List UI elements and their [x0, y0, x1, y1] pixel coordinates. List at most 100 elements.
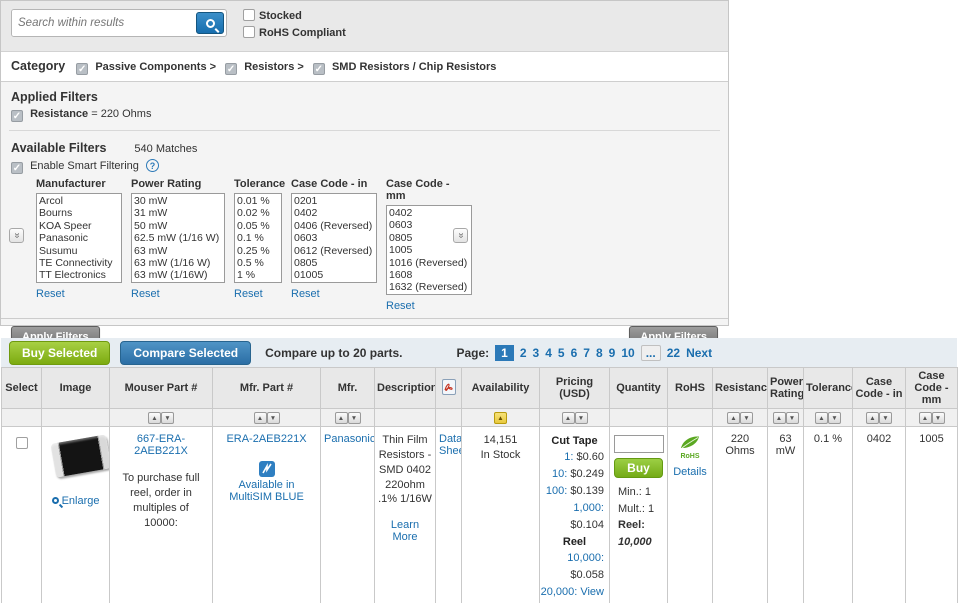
collapse-filters-right-icon[interactable]: »	[453, 228, 468, 243]
page-link[interactable]: 7	[583, 346, 590, 360]
reset-link[interactable]: Reset	[131, 288, 160, 300]
reset-link[interactable]: Reset	[291, 288, 320, 300]
price-qty-link[interactable]: 100:	[546, 485, 567, 497]
sort-desc-icon[interactable]: ▼	[267, 412, 280, 424]
sort-desc-icon[interactable]: ▼	[828, 412, 841, 424]
filter-option[interactable]: 1608	[389, 269, 469, 281]
filter-option[interactable]: 63 mW	[134, 245, 222, 257]
smart-filtering-checkbox[interactable]: ✓	[11, 162, 23, 174]
filter-option[interactable]: TT Electronics	[39, 269, 119, 281]
mfr-part-link[interactable]: ERA-2AEB221X	[226, 433, 306, 445]
page-link[interactable]: 9	[609, 346, 616, 360]
sort-desc-icon[interactable]: ▼	[161, 412, 174, 424]
filter-option[interactable]: 63 mW (1/16W)	[134, 269, 222, 281]
filter-list-manufacturer[interactable]: Arcol Bourns KOA Speer Panasonic Susumu …	[36, 193, 122, 283]
page-link[interactable]: 3	[533, 346, 540, 360]
price-qty-link[interactable]: 20,000:	[541, 586, 578, 598]
filter-option[interactable]: 0805	[294, 257, 374, 269]
filter-option[interactable]: 0.25 %	[237, 245, 279, 257]
sort-asc-icon[interactable]: ▲	[919, 412, 932, 424]
datasheet-link[interactable]: Data Sheet	[439, 433, 462, 457]
multisim-link[interactable]: Available in MultiSIM BLUE	[229, 479, 304, 503]
page-ellipsis[interactable]: ...	[641, 345, 661, 361]
rohs-details-link[interactable]: Details	[673, 466, 707, 478]
filter-option[interactable]: 0.05 %	[237, 220, 279, 232]
sort-desc-icon[interactable]: ▼	[740, 412, 753, 424]
category-checkbox-resistors[interactable]: ✓	[225, 63, 237, 75]
sort-desc-icon[interactable]: ▼	[932, 412, 945, 424]
sort-desc-icon[interactable]: ▼	[348, 412, 361, 424]
filter-option[interactable]: 62.5 mW (1/16 W)	[134, 232, 222, 244]
page-next-link[interactable]: Next	[686, 346, 712, 360]
price-view-link[interactable]: View	[580, 586, 604, 598]
sort-asc-icon[interactable]: ▲	[562, 412, 575, 424]
filter-option[interactable]: 31 mW	[134, 207, 222, 219]
filter-option[interactable]: 0.01 %	[237, 195, 279, 207]
buy-selected-button[interactable]: Buy Selected	[9, 341, 110, 365]
sort-desc-icon[interactable]: ▼	[575, 412, 588, 424]
price-qty-link[interactable]: 1,000:	[573, 502, 604, 514]
sort-desc-icon[interactable]: ▼	[879, 412, 892, 424]
price-qty-link[interactable]: 10,000:	[567, 552, 604, 564]
page-link[interactable]: 4	[545, 346, 552, 360]
enlarge-link[interactable]: Enlarge	[52, 495, 100, 507]
sort-asc-icon[interactable]: ▲	[866, 412, 879, 424]
category-item-resistors[interactable]: Resistors >	[244, 61, 304, 73]
filter-option[interactable]: 0612 (Reversed)	[294, 245, 374, 257]
learn-more-link[interactable]: Learn More	[378, 519, 432, 543]
filter-option[interactable]: 1 %	[237, 269, 279, 281]
filter-option[interactable]: 0.5 %	[237, 257, 279, 269]
buy-button[interactable]: Buy	[614, 458, 663, 478]
reset-link[interactable]: Reset	[234, 288, 263, 300]
sort-desc-icon[interactable]: ▼	[786, 412, 799, 424]
quantity-input[interactable]	[614, 435, 664, 453]
filter-option[interactable]: 50 mW	[134, 220, 222, 232]
help-icon[interactable]: ?	[146, 159, 159, 172]
category-item-smd[interactable]: SMD Resistors / Chip Resistors	[332, 61, 496, 73]
filter-option[interactable]: 0.1 %	[237, 232, 279, 244]
filter-option[interactable]: 1005	[389, 244, 469, 256]
sort-asc-icon[interactable]: ▲	[254, 412, 267, 424]
page-link[interactable]: 5	[558, 346, 565, 360]
category-item-passive[interactable]: Passive Components >	[95, 61, 216, 73]
filter-option[interactable]: 0402	[389, 207, 469, 219]
rohs-compliant-checkbox[interactable]	[243, 26, 255, 38]
filter-option[interactable]: 1632 (Reversed)	[389, 281, 469, 293]
collapse-filters-left-icon[interactable]: »	[9, 228, 24, 243]
filter-option[interactable]: Susumu	[39, 245, 119, 257]
filter-option[interactable]: Arcol	[39, 195, 119, 207]
filter-option[interactable]: 30 mW	[134, 195, 222, 207]
filter-option[interactable]: 63 mW (1/16 W)	[134, 257, 222, 269]
page-link[interactable]: 8	[596, 346, 603, 360]
filter-option[interactable]: KOA Speer	[39, 220, 119, 232]
compare-selected-button[interactable]: Compare Selected	[120, 341, 251, 365]
filter-option[interactable]: Panasonic	[39, 232, 119, 244]
page-link[interactable]: 10	[621, 346, 634, 360]
filter-option[interactable]: 0402	[294, 207, 374, 219]
filter-option[interactable]: 0603	[294, 232, 374, 244]
sort-asc-icon[interactable]: ▲	[335, 412, 348, 424]
filter-list-case-code-in[interactable]: 0201 0402 0406 (Reversed) 0603 0612 (Rev…	[291, 193, 377, 283]
sort-asc-active-icon[interactable]: ▲	[494, 412, 507, 424]
filter-option[interactable]: TE Connectivity	[39, 257, 119, 269]
page-link-last[interactable]: 22	[667, 346, 680, 360]
reset-link[interactable]: Reset	[386, 300, 415, 312]
category-checkbox-passive[interactable]: ✓	[76, 63, 88, 75]
filter-option[interactable]: 01005	[294, 269, 374, 281]
row-select-checkbox[interactable]	[16, 437, 28, 449]
filter-option[interactable]: 0201	[294, 195, 374, 207]
page-link[interactable]: 2	[520, 346, 527, 360]
filter-option[interactable]: 1016 (Reversed)	[389, 257, 469, 269]
price-qty-link[interactable]: 1:	[564, 451, 573, 463]
sort-asc-icon[interactable]: ▲	[148, 412, 161, 424]
sort-asc-icon[interactable]: ▲	[773, 412, 786, 424]
filter-option[interactable]: 0406 (Reversed)	[294, 220, 374, 232]
price-qty-link[interactable]: 10:	[552, 468, 567, 480]
sort-asc-icon[interactable]: ▲	[815, 412, 828, 424]
part-image[interactable]	[50, 434, 109, 477]
applied-filter-checkbox[interactable]: ✓	[11, 110, 23, 122]
filter-list-tolerance[interactable]: 0.01 % 0.02 % 0.05 % 0.1 % 0.25 % 0.5 % …	[234, 193, 282, 283]
mfr-link[interactable]: Panasonic	[324, 433, 375, 445]
stocked-checkbox[interactable]	[243, 9, 255, 21]
mouser-part-link[interactable]: 667-ERA-2AEB221X	[134, 433, 188, 457]
